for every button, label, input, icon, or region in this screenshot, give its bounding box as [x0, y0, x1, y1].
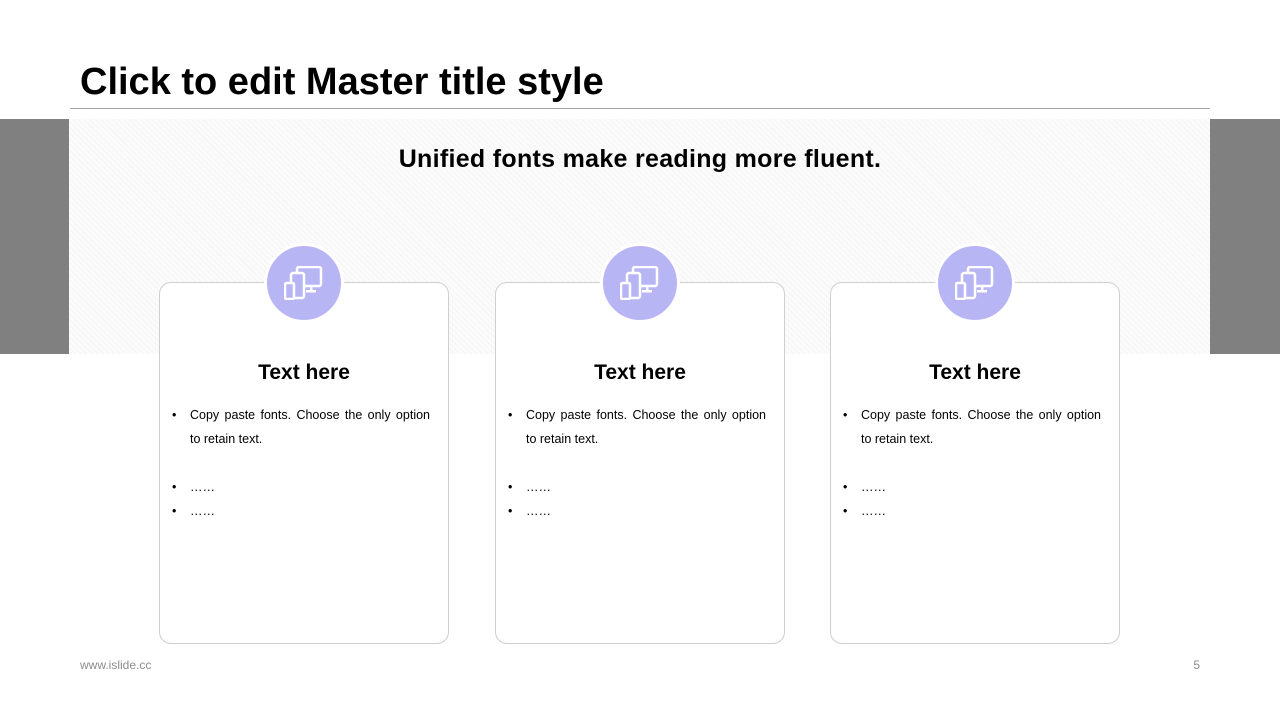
bullet-list: Copy paste fonts. Choose the only option… [843, 403, 1101, 523]
list-item[interactable]: …… [172, 499, 430, 523]
list-item[interactable]: …… [172, 475, 430, 499]
card-heading[interactable]: Text here [496, 361, 784, 385]
list-item[interactable]: …… [508, 475, 766, 499]
icon-badge [600, 243, 680, 323]
page-number: 5 [1193, 658, 1200, 672]
slide: Click to edit Master title style Unified… [0, 0, 1280, 720]
bullet-list: Copy paste fonts. Choose the only option… [172, 403, 430, 523]
feature-card: Text here Copy paste fonts. Choose the o… [830, 243, 1120, 644]
devices-icon [284, 266, 323, 300]
card-heading[interactable]: Text here [160, 361, 448, 385]
feature-card: Text here Copy paste fonts. Choose the o… [495, 243, 785, 644]
list-item[interactable]: Copy paste fonts. Choose the only option… [172, 403, 430, 451]
footer-url: www.islide.cc [80, 658, 152, 672]
devices-icon [955, 266, 994, 300]
icon-badge [935, 243, 1015, 323]
title-divider [70, 108, 1210, 109]
slide-title[interactable]: Click to edit Master title style [80, 58, 604, 106]
devices-icon [620, 266, 659, 300]
list-item[interactable]: …… [843, 475, 1101, 499]
icon-badge [264, 243, 344, 323]
slide-subtitle[interactable]: Unified fonts make reading more fluent. [0, 145, 1280, 174]
list-item[interactable]: Copy paste fonts. Choose the only option… [843, 403, 1101, 451]
list-item[interactable]: …… [508, 499, 766, 523]
feature-card: Text here Copy paste fonts. Choose the o… [159, 243, 449, 644]
card-heading[interactable]: Text here [831, 361, 1119, 385]
list-item[interactable]: …… [843, 499, 1101, 523]
list-item[interactable]: Copy paste fonts. Choose the only option… [508, 403, 766, 451]
bullet-list: Copy paste fonts. Choose the only option… [508, 403, 766, 523]
